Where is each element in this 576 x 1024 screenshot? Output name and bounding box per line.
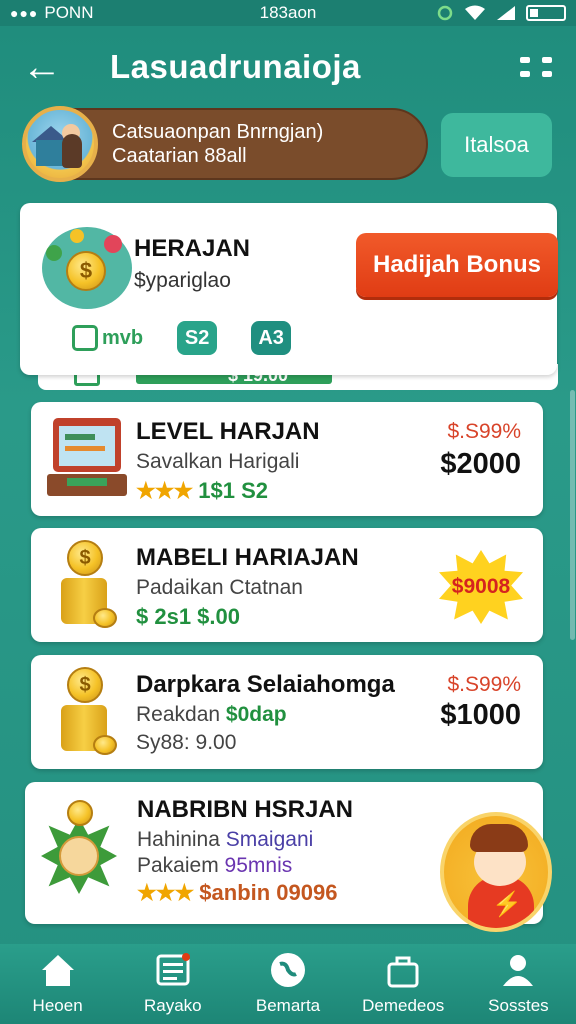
profile-text: Catsuaonpan Bnrngjan) Caatarian 88all [112,120,323,168]
mvp-badge[interactable]: mvb [72,321,143,355]
item-price-small: $.S99% [447,420,521,443]
cell-signal-icon [497,6,515,20]
item-detail: ★★★ 1$1 S2 [136,478,269,503]
avatar [22,106,98,182]
featured-card[interactable]: $ HERAJAN $ypariglao Hadijah Bonus mvb S… [20,203,558,375]
item-subtitle: Padaikan Ctatnan [136,576,303,599]
featured-title: HERAJAN [134,235,251,262]
item-title: LEVEL HARJAN [136,418,320,445]
app-header: ← Lasuadrunaioja [0,26,576,108]
page-title: Lasuadrunaioja [110,48,361,85]
nav-item-home[interactable]: Heoen [0,944,115,1024]
nav-item-list[interactable]: Rayako [115,944,230,1024]
item-detail: $ 2s1 $.00 [136,604,240,629]
item-title: NABRIBN HSRJAN [137,796,354,823]
item-detail: ★★★ $anbin 09096 [137,880,338,905]
home-icon [41,955,74,986]
clock: 183aon [259,3,317,22]
item-price-small: $.S99% [447,673,521,696]
item-title: MABELI HARIAJAN [136,544,359,571]
deal-badge[interactable]: $9008 [439,550,523,624]
menu-grid-icon[interactable] [520,57,554,77]
item-line-3: Pakaiem 95mnis [137,854,293,877]
coin-stack-icon: $ [53,540,123,630]
wifi-icon [465,5,485,20]
bag-icon [387,956,419,988]
item-title: Darpkara Selaiahomga [136,671,395,698]
bonus-button[interactable]: Hadijah Bonus [356,233,558,297]
nav-item-bag[interactable]: Demedeos [346,944,461,1024]
mascot-fab[interactable]: ⚡ [440,812,552,932]
profile-banner[interactable]: Catsuaonpan Bnrngjan) Caatarian 88all [22,106,428,182]
sun-face-icon [37,800,121,896]
sync-icon [437,5,453,21]
status-bar: ●●● PONN 183aon [0,0,576,26]
carrier-label: PONN [44,3,94,22]
list-item[interactable]: LEVEL HARJAN Savalkan Harigali ★★★ 1$1 S… [31,402,543,516]
lightning-icon: ⚡ [492,891,522,918]
item-subtitle: Savalkan Harigali [136,450,300,473]
user-icon [503,955,534,986]
bottom-nav: Heoen Rayako Bemarta Demedeos Sosstes [0,944,576,1024]
rating-stars: ★★★ [137,880,194,905]
item-subtitle: Reakdan $0dap [136,703,287,726]
item-price: $1000 [440,699,521,731]
nav-item-user[interactable]: Sosstes [461,944,576,1024]
s2-badge[interactable]: S2 [177,321,218,355]
battery-icon [526,5,566,21]
scrollbar[interactable] [570,390,575,640]
item-line-3: Sy88: 9.00 [136,731,237,754]
nav-item-globe[interactable]: Bemarta [230,944,345,1024]
profile-side-button[interactable]: Italsoa [441,113,552,177]
profile-line-2: Caatarian 88all [112,145,247,167]
list-item[interactable]: $ MABELI HARIAJAN Padaikan Ctatnan $ 2s1… [31,528,543,642]
profile-line-1: Catsuaonpan Bnrngjan) [112,121,324,143]
badge-row: mvb S2 A3 [72,321,292,355]
item-price: $2000 [440,448,521,480]
coin-tree-icon: $ [42,227,132,309]
computer-desk-icon [47,416,129,502]
coin-stack-icon: $ [53,667,123,757]
list-icon [156,953,190,986]
signal-dots-icon: ●●● [10,5,39,21]
featured-subtitle: $ypariglao [134,269,231,292]
item-subtitle: Hahinina Smaigani [137,828,314,851]
level-badge[interactable]: A3 [251,321,292,355]
list-item[interactable]: $ Darpkara Selaiahomga Reakdan $0dap Sy8… [31,655,543,769]
back-arrow-icon[interactable]: ← [22,47,72,87]
globe-icon [271,953,305,987]
rating-stars: ★★★ [136,478,193,503]
